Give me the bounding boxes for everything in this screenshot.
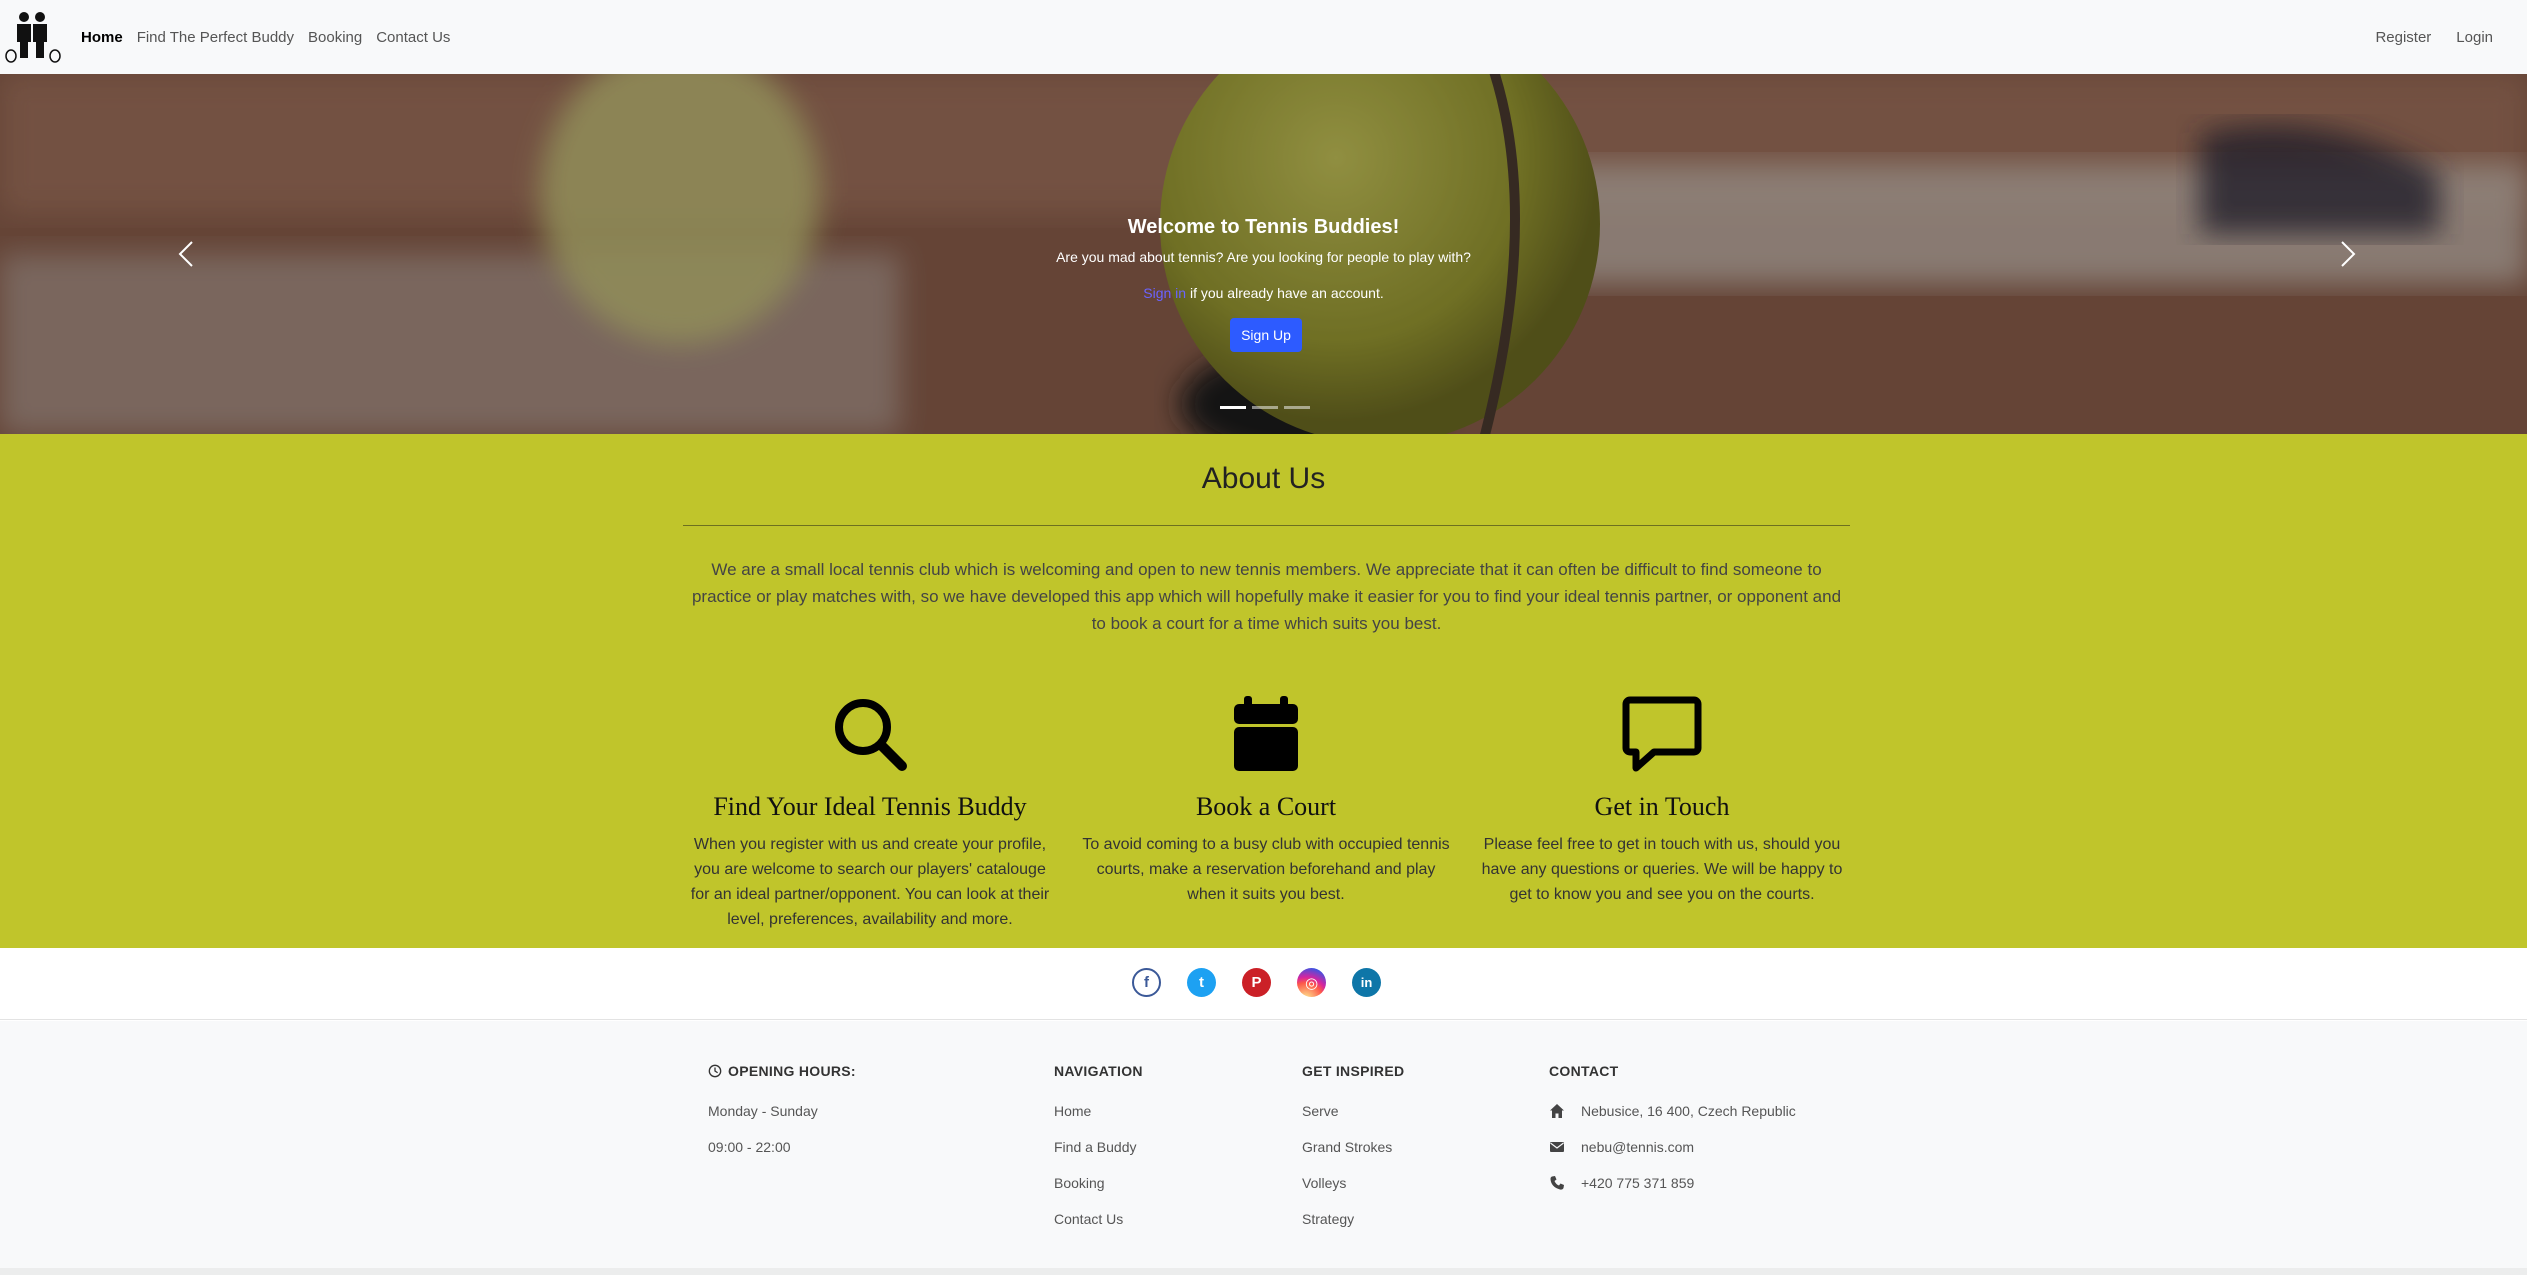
linkedin-icon[interactable]: in <box>1352 968 1381 997</box>
carousel-prev-icon[interactable] <box>172 234 202 274</box>
navigation-heading: NAVIGATION <box>1054 1063 1143 1079</box>
footer-link-find-buddy[interactable]: Find a Buddy <box>1054 1137 1143 1157</box>
nav-login[interactable]: Login <box>2456 29 2493 46</box>
footer: OPENING HOURS: Monday - Sunday 09:00 - 2… <box>0 1021 2527 1275</box>
opening-hours-heading: OPENING HOURS: <box>728 1063 856 1079</box>
hero-subtitle: Are you mad about tennis? Are you lookin… <box>1056 249 1471 265</box>
footer-link-grand-strokes[interactable]: Grand Strokes <box>1302 1137 1404 1157</box>
hero-title: Welcome to Tennis Buddies! <box>1127 216 1400 238</box>
nav-booking[interactable]: Booking <box>301 29 369 46</box>
footer-link-strategy[interactable]: Strategy <box>1302 1209 1404 1229</box>
footer-contact: CONTACT Nebusice, 16 400, Czech Republic… <box>1549 1061 1796 1193</box>
feature-get-in-touch: Get in Touch Please feel free to get in … <box>1477 694 1847 907</box>
contact-address: Nebusice, 16 400, Czech Republic <box>1549 1101 1796 1121</box>
address-text: Nebusice, 16 400, Czech Republic <box>1581 1103 1796 1119</box>
footer-link-serve[interactable]: Serve <box>1302 1101 1404 1121</box>
feature-title: Find Your Ideal Tennis Buddy <box>713 792 1027 821</box>
feature-text: Please feel free to get in touch with us… <box>1481 836 1843 903</box>
search-icon <box>835 699 907 771</box>
about-text: We are a small local tennis club which i… <box>691 560 1842 633</box>
email-text[interactable]: nebu@tennis.com <box>1581 1137 1694 1157</box>
chat-icon <box>1622 696 1702 772</box>
feature-find-buddy: Find Your Ideal Tennis Buddy When you re… <box>685 694 1055 932</box>
main-nav: Home Find The Perfect Buddy Booking Cont… <box>81 0 457 74</box>
footer-link-volleys[interactable]: Volleys <box>1302 1173 1404 1193</box>
envelope-icon <box>1550 1142 1564 1152</box>
clock-icon <box>708 1064 722 1078</box>
facebook-icon[interactable]: f <box>1132 968 1161 997</box>
feature-text: To avoid coming to a busy club with occu… <box>1082 836 1450 903</box>
social-bar: f t P ◎ in <box>0 948 2527 1020</box>
nav-home[interactable]: Home <box>81 29 130 46</box>
carousel-indicator[interactable] <box>1252 406 1278 409</box>
twitter-icon[interactable]: t <box>1187 968 1216 997</box>
nav-register[interactable]: Register <box>2375 29 2431 46</box>
contact-email: nebu@tennis.com <box>1549 1137 1796 1157</box>
feature-title: Get in Touch <box>1594 792 1730 821</box>
hero-signin-line: Sign in if you already have an account. <box>0 285 2527 301</box>
signin-link[interactable]: Sign in <box>1143 285 1186 301</box>
get-inspired-heading: GET INSPIRED <box>1302 1063 1405 1079</box>
contact-heading: CONTACT <box>1549 1063 1619 1079</box>
logo-icon[interactable] <box>4 8 62 64</box>
carousel-indicator[interactable] <box>1284 406 1310 409</box>
carousel-indicator[interactable] <box>1220 406 1246 409</box>
about-divider <box>683 525 1850 526</box>
pinterest-icon[interactable]: P <box>1242 968 1271 997</box>
opening-times: 09:00 - 22:00 <box>708 1139 791 1155</box>
about-title: About Us <box>1201 462 1326 495</box>
phone-text[interactable]: +420 775 371 859 <box>1581 1173 1694 1193</box>
footer-navigation: NAVIGATION Home Find a Buddy Booking Con… <box>1054 1061 1143 1229</box>
navbar: Home Find The Perfect Buddy Booking Cont… <box>0 0 2527 74</box>
signup-button[interactable]: Sign Up <box>1230 318 1302 352</box>
social-icons: f t P ◎ in <box>1132 968 1381 997</box>
footer-link-contact[interactable]: Contact Us <box>1054 1209 1143 1229</box>
contact-phone: +420 775 371 859 <box>1549 1173 1796 1193</box>
nav-find-buddy[interactable]: Find The Perfect Buddy <box>130 29 301 46</box>
auth-nav: Register Login <box>2375 0 2493 74</box>
calendar-icon <box>1234 696 1298 771</box>
hero-carousel: Welcome to Tennis Buddies! Are you mad a… <box>0 74 2527 434</box>
carousel-indicators <box>1220 406 1310 409</box>
instagram-icon[interactable]: ◎ <box>1297 968 1326 997</box>
footer-link-home[interactable]: Home <box>1054 1101 1143 1121</box>
carousel-next-icon[interactable] <box>2332 234 2362 274</box>
nav-contact[interactable]: Contact Us <box>369 29 457 46</box>
phone-icon <box>1550 1176 1564 1190</box>
feature-title: Book a Court <box>1195 792 1337 821</box>
feature-text: When you register with us and create you… <box>690 836 1050 928</box>
footer-link-booking[interactable]: Booking <box>1054 1173 1143 1193</box>
footer-bottom-bar <box>0 1268 2527 1275</box>
footer-get-inspired: GET INSPIRED Serve Grand Strokes Volleys… <box>1302 1061 1404 1229</box>
home-icon <box>1550 1104 1564 1118</box>
opening-days: Monday - Sunday <box>708 1103 818 1119</box>
feature-book-court: Book a Court To avoid coming to a busy c… <box>1081 694 1451 907</box>
about-section: About Us We are a small local tennis clu… <box>0 434 2527 948</box>
footer-opening-hours: OPENING HOURS: Monday - Sunday 09:00 - 2… <box>708 1061 856 1157</box>
signin-text: if you already have an account. <box>1186 285 1384 301</box>
